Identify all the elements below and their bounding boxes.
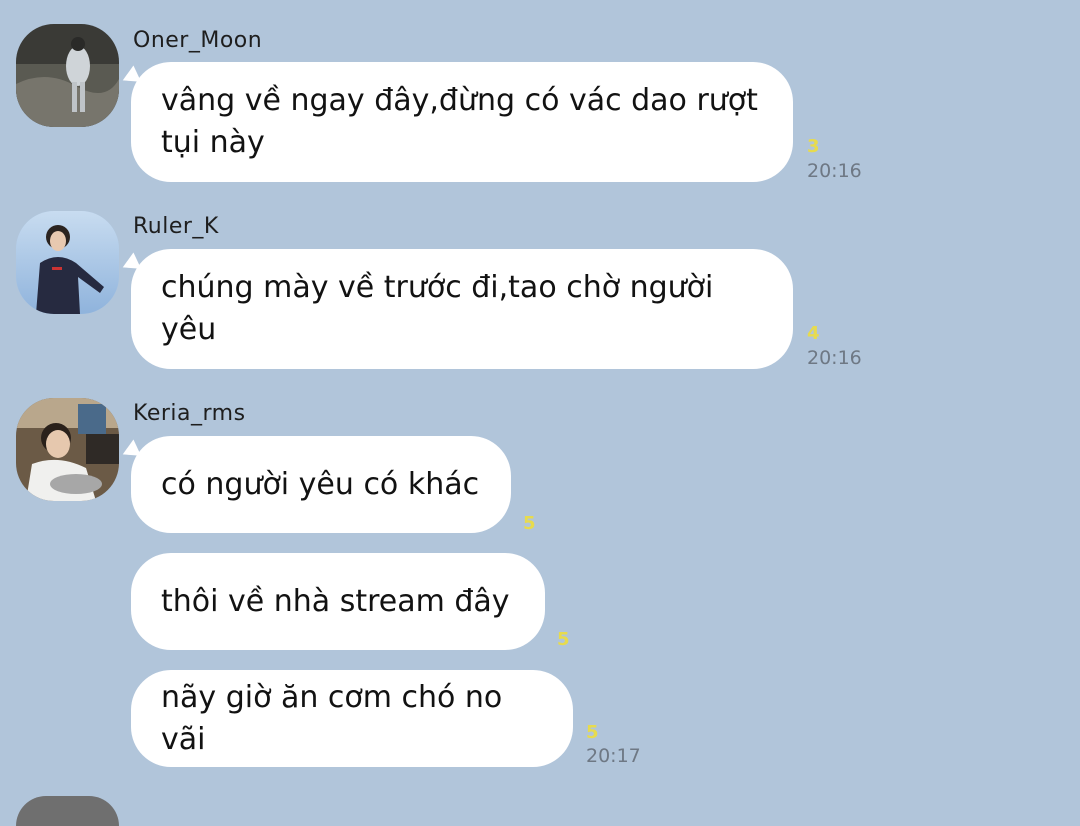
avatar-ruler-k[interactable] — [16, 211, 119, 314]
message-timestamp: 20:17 — [586, 745, 641, 767]
avatar-next-partial[interactable] — [16, 796, 119, 826]
message-text: thôi về nhà stream đây — [161, 583, 510, 619]
read-count-badge: 3 — [807, 136, 820, 157]
message-text: chúng mày về trước đi,tao chờ người yêu — [161, 270, 714, 347]
message-text: có người yêu có khác — [161, 466, 480, 502]
message-bubble[interactable]: có người yêu có khác — [131, 436, 511, 533]
sender-name: Keria_rms — [133, 401, 246, 426]
message-text: vâng về ngay đây,đừng có vác dao rượt tụ… — [161, 83, 758, 160]
message-timestamp: 20:16 — [807, 160, 862, 182]
avatar-oner-moon[interactable] — [16, 24, 119, 127]
avatar-photo-icon — [16, 24, 119, 127]
message-bubble[interactable]: vâng về ngay đây,đừng có vác dao rượt tụ… — [131, 62, 793, 182]
read-count-badge: 5 — [586, 722, 599, 743]
avatar-photo-icon — [16, 211, 119, 314]
read-count-badge: 5 — [557, 629, 570, 650]
avatar-photo-icon — [16, 398, 119, 501]
read-count-badge: 5 — [523, 513, 536, 534]
message-text: nãy giờ ăn cơm chó no vãi — [161, 679, 503, 757]
message-timestamp: 20:16 — [807, 347, 862, 369]
sender-name: Ruler_K — [133, 214, 219, 239]
message-bubble[interactable]: thôi về nhà stream đây — [131, 553, 545, 650]
message-bubble[interactable]: chúng mày về trước đi,tao chờ người yêu — [131, 249, 793, 369]
sender-name: Oner_Moon — [133, 28, 263, 53]
message-bubble[interactable]: nãy giờ ăn cơm chó no vãi — [131, 670, 573, 767]
read-count-badge: 4 — [807, 323, 820, 344]
avatar-keria-rms[interactable] — [16, 398, 119, 501]
